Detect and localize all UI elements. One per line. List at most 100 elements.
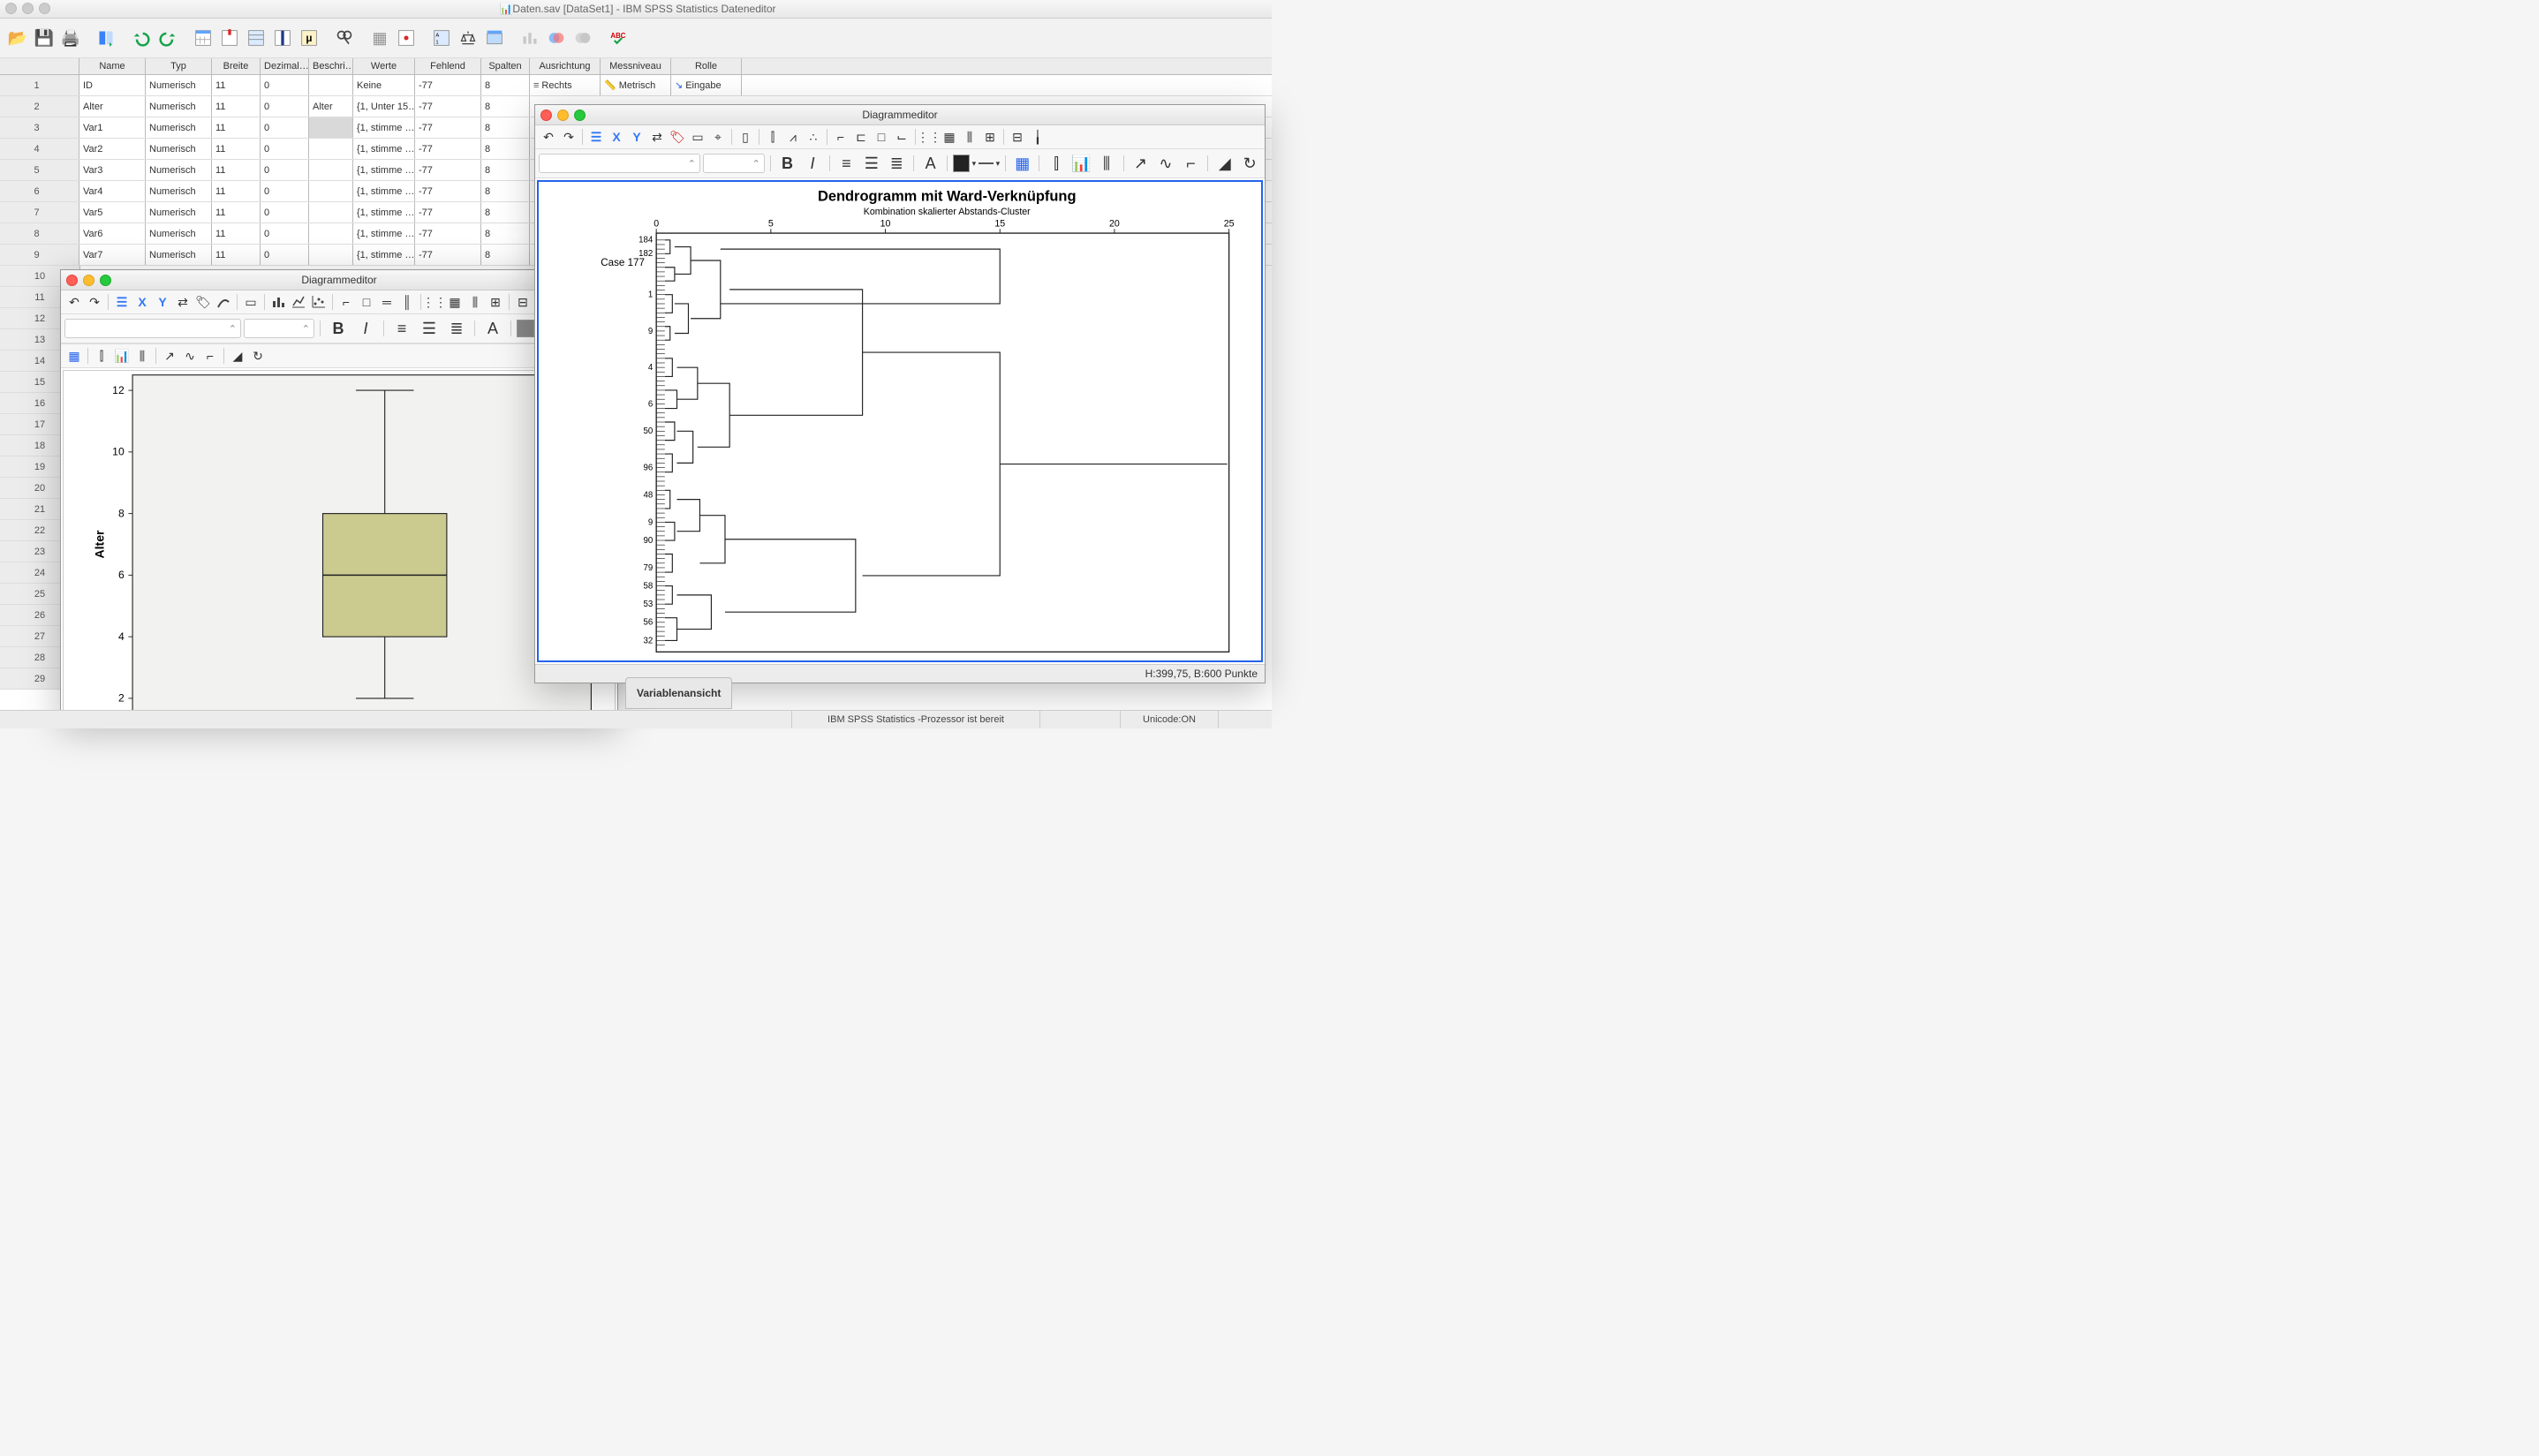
split-file-icon[interactable]: ▦ (367, 26, 392, 50)
goto-case-icon[interactable] (191, 26, 215, 50)
variables-icon[interactable] (244, 26, 268, 50)
reset-icon[interactable]: ↻ (248, 346, 268, 366)
align-right-icon[interactable]: ≣ (886, 151, 908, 176)
goto-variable-icon[interactable] (217, 26, 242, 50)
value-labels-icon[interactable]: A1 (429, 26, 454, 50)
bar3d-icon[interactable]: 📊 (112, 346, 132, 366)
select-rect-icon[interactable]: ▭ (241, 292, 261, 312)
font-size-dropdown[interactable]: ⌃ (703, 154, 765, 173)
clustered-bar-icon[interactable]: ▦ (1011, 151, 1033, 176)
chart-builder-icon[interactable] (518, 26, 542, 50)
frame-box-icon[interactable]: □ (357, 292, 376, 312)
col-measure[interactable]: Messniveau (601, 58, 671, 74)
fit-line-icon[interactable]: ↗ (160, 346, 179, 366)
italic-icon[interactable]: I (353, 316, 378, 341)
col-align[interactable]: Ausrichtung (530, 58, 601, 74)
grid-icon[interactable]: ▦ (445, 292, 465, 312)
annotation-icon[interactable]: ▭ (688, 127, 707, 147)
zoom-icon[interactable] (100, 275, 111, 286)
col-columns[interactable]: Spalten (481, 58, 530, 74)
fit-step-icon[interactable]: ⌐ (1180, 151, 1202, 176)
fit-line-icon[interactable]: ↗ (1130, 151, 1152, 176)
bar-h-icon[interactable]: ⫼ (960, 127, 979, 147)
area-icon[interactable]: ◢ (1213, 151, 1235, 176)
transpose-icon[interactable]: ⇄ (647, 127, 667, 147)
recall-dialog-icon[interactable] (94, 26, 118, 50)
x-icon[interactable]: X (607, 127, 626, 147)
redo-icon[interactable]: ↷ (559, 127, 578, 147)
bar-chart-icon[interactable]: ⫿ (763, 127, 782, 147)
print-icon[interactable]: 🖨️ (58, 26, 83, 50)
align-center-icon[interactable]: ☰ (417, 316, 442, 341)
undo-icon[interactable]: ↶ (64, 292, 84, 312)
data-label-icon[interactable]: 🏷 (668, 127, 687, 147)
fit-curve-icon[interactable]: ∿ (180, 346, 200, 366)
boxplot-icon[interactable]: ⊟ (1008, 127, 1027, 147)
save-icon[interactable]: 💾 (32, 26, 57, 50)
close-icon[interactable] (66, 275, 78, 286)
xy-axis-icon[interactable]: ☰ (112, 292, 132, 312)
col-width[interactable]: Breite (212, 58, 261, 74)
line-chart-icon[interactable] (289, 292, 308, 312)
close-dot[interactable] (5, 3, 17, 14)
weight-cases-icon[interactable] (456, 26, 480, 50)
font-size-dropdown[interactable]: ⌃ (244, 319, 314, 338)
compute-icon[interactable]: μ (297, 26, 321, 50)
undo-icon[interactable] (129, 26, 154, 50)
fill-color-swatch[interactable] (517, 320, 534, 337)
redo-icon[interactable] (155, 26, 180, 50)
italic-icon[interactable]: I (801, 151, 823, 176)
align-right-icon[interactable]: ≣ (444, 316, 469, 341)
line-chart-icon[interactable]: ⩘ (783, 127, 803, 147)
boxplot-icon[interactable]: ⊟ (513, 292, 533, 312)
open-icon[interactable]: 📂 (5, 26, 30, 50)
x-icon[interactable]: X (132, 292, 152, 312)
frame-l-icon[interactable]: ⌐ (336, 292, 356, 312)
line-style-icon[interactable] (979, 162, 993, 164)
bold-icon[interactable]: B (326, 316, 351, 341)
col-label[interactable]: Beschri… (309, 58, 353, 74)
frame-box-icon[interactable]: □ (872, 127, 891, 147)
bar-grouped-icon[interactable]: ⫼ (1095, 151, 1117, 176)
histogram-icon[interactable]: ⊞ (486, 292, 505, 312)
text-color-icon[interactable]: A (480, 316, 505, 341)
font-family-dropdown[interactable]: ⌃ (539, 154, 700, 173)
chart-editor-dendro-window[interactable]: Diagrammeditor ↶ ↷ ☰ X Y ⇄ 🏷 ▭ ⌖ ▯ ⫿ ⩘ ∴… (534, 104, 1266, 683)
identify-icon[interactable]: ⌖ (708, 127, 728, 147)
maximize-dot[interactable] (39, 3, 50, 14)
font-family-dropdown[interactable]: ⌃ (64, 319, 241, 338)
errorbar-icon[interactable]: ╽ (1028, 127, 1047, 147)
histogram-icon[interactable]: ⊞ (980, 127, 1000, 147)
bold-icon[interactable]: B (776, 151, 798, 176)
bar3d-icon[interactable]: 📊 (1070, 151, 1092, 176)
dendro-window-titlebar[interactable]: Diagrammeditor (535, 105, 1265, 125)
dendro-canvas[interactable]: Dendrogramm mit Ward-Verknüpfung Kombina… (537, 180, 1263, 662)
col-decimal[interactable]: Dezimal… (261, 58, 309, 74)
text-color-icon[interactable]: A (919, 151, 941, 176)
zoom-icon[interactable] (574, 109, 586, 121)
bar-chart-icon[interactable] (268, 292, 288, 312)
fit-step-icon[interactable]: ⌐ (200, 346, 220, 366)
col-missing[interactable]: Fehlend (415, 58, 481, 74)
vline-icon[interactable]: ║ (397, 292, 417, 312)
fill-color-swatch[interactable] (953, 155, 969, 172)
bar-h-icon[interactable]: ⫼ (465, 292, 485, 312)
find-icon[interactable] (332, 26, 357, 50)
data-label-icon[interactable]: 🏷 (193, 292, 213, 312)
spellcheck-icon[interactable]: ABC (606, 26, 631, 50)
reset-icon[interactable]: ↻ (1238, 151, 1260, 176)
fit-curve-icon[interactable]: ∿ (1154, 151, 1176, 176)
stack-bar-icon[interactable]: ⫿ (92, 346, 111, 366)
grid-icon[interactable]: ▦ (940, 127, 959, 147)
y-icon[interactable]: Y (627, 127, 646, 147)
close-icon[interactable] (540, 109, 552, 121)
area-icon[interactable]: ◢ (228, 346, 247, 366)
transpose-icon[interactable]: ⇄ (173, 292, 193, 312)
xy-axis-icon[interactable]: ☰ (586, 127, 606, 147)
frame-r-icon[interactable]: ⌙ (892, 127, 911, 147)
minimize-dot[interactable] (22, 3, 34, 14)
stack-bar-icon[interactable]: ⫿ (1045, 151, 1067, 176)
grid-dots-icon[interactable]: ⋮⋮ (425, 292, 444, 312)
scatter-chart-icon[interactable] (309, 292, 329, 312)
grey-circle-icon[interactable] (571, 26, 595, 50)
